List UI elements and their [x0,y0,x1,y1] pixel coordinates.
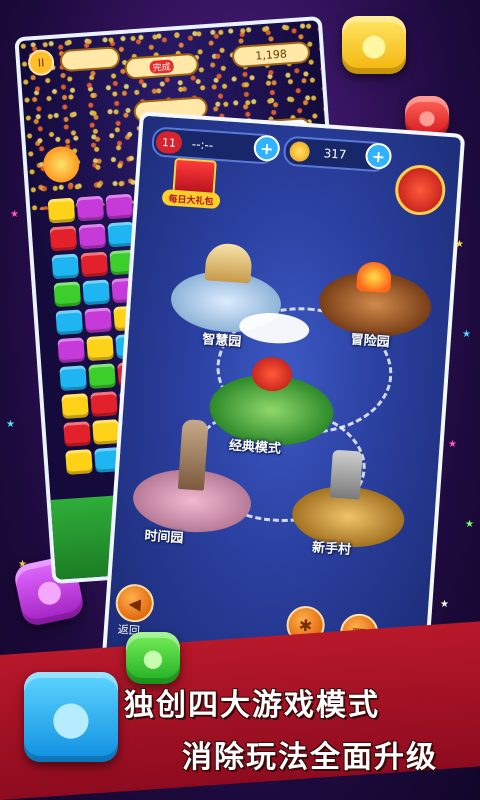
apple-icon: ● [360,27,388,63]
green-apple-block-icon: ● [126,632,180,684]
candy-block[interactable] [86,335,114,362]
windmill-icon [329,449,363,500]
area-label-adventure: 冒险园 [350,332,391,351]
candy-block[interactable] [47,197,76,224]
clock-tower-icon [177,419,209,491]
task-done-badge: 完成 [149,58,175,74]
star-icon: ★ [462,329,471,340]
candy-block[interactable] [57,337,86,364]
daily-gift-button[interactable]: 每日大礼包 [161,157,223,215]
palace-icon [204,242,253,284]
candy-block[interactable] [51,253,80,280]
apple-icon: ● [142,644,164,672]
area-label-classic: 经典模式 [228,438,282,457]
star-icon: ★ [465,519,474,530]
candy-block[interactable] [49,225,78,252]
back-button[interactable]: ◀ [114,582,156,624]
star-icon: ★ [440,599,449,610]
lives-timer: --:-- [191,137,214,153]
candy-block[interactable] [92,419,120,445]
candy-block[interactable] [53,281,82,308]
score-value: 1,198 [254,46,288,63]
candy-block[interactable] [84,307,113,334]
candy-block[interactable] [78,223,107,250]
candy-block[interactable] [55,309,84,336]
daily-gift-label: 每日大礼包 [161,189,221,210]
apple-icon: ● [418,105,436,129]
candy-block[interactable] [61,393,89,419]
headline-line1: 独创四大游戏模式 [124,688,380,723]
apple-mascot-avatar[interactable] [393,163,447,217]
candy-block[interactable] [65,449,93,475]
candy-block[interactable] [63,421,91,447]
level-pill [59,46,121,73]
heart-icon: 11 [155,130,183,155]
lives-count: 11 [161,135,177,150]
candy-block[interactable] [80,251,109,278]
star-icon: ★ [10,209,19,220]
area-label-wisdom: 智慧园 [201,332,242,350]
front-map-screenshot: 11 --:-- + 317 + 每日大礼包 智慧园 冒险园 经典模式 时间园 [100,111,466,697]
headline-line2: 消除玩法全面升级 [182,740,438,775]
candy-block[interactable] [76,195,105,222]
candy-block[interactable] [82,279,111,306]
area-label-novice: 新手村 [311,540,352,559]
candy-block[interactable] [105,193,134,220]
add-coins-button[interactable]: + [364,142,393,170]
star-icon: ★ [6,419,15,430]
candy-block[interactable] [59,365,87,392]
fire-icon [356,260,393,294]
yellow-apple-block-icon: ● [342,16,406,74]
add-lives-button[interactable]: + [252,134,281,163]
candy-block[interactable] [90,391,118,417]
coins-count: 317 [323,146,347,162]
candy-block[interactable] [88,363,116,389]
coin-icon [288,140,311,163]
star-icon: ★ [448,439,457,450]
area-label-time: 时间园 [143,528,184,547]
apple-icon: ● [50,690,92,744]
blue-apple-block-icon: ● [24,672,118,762]
